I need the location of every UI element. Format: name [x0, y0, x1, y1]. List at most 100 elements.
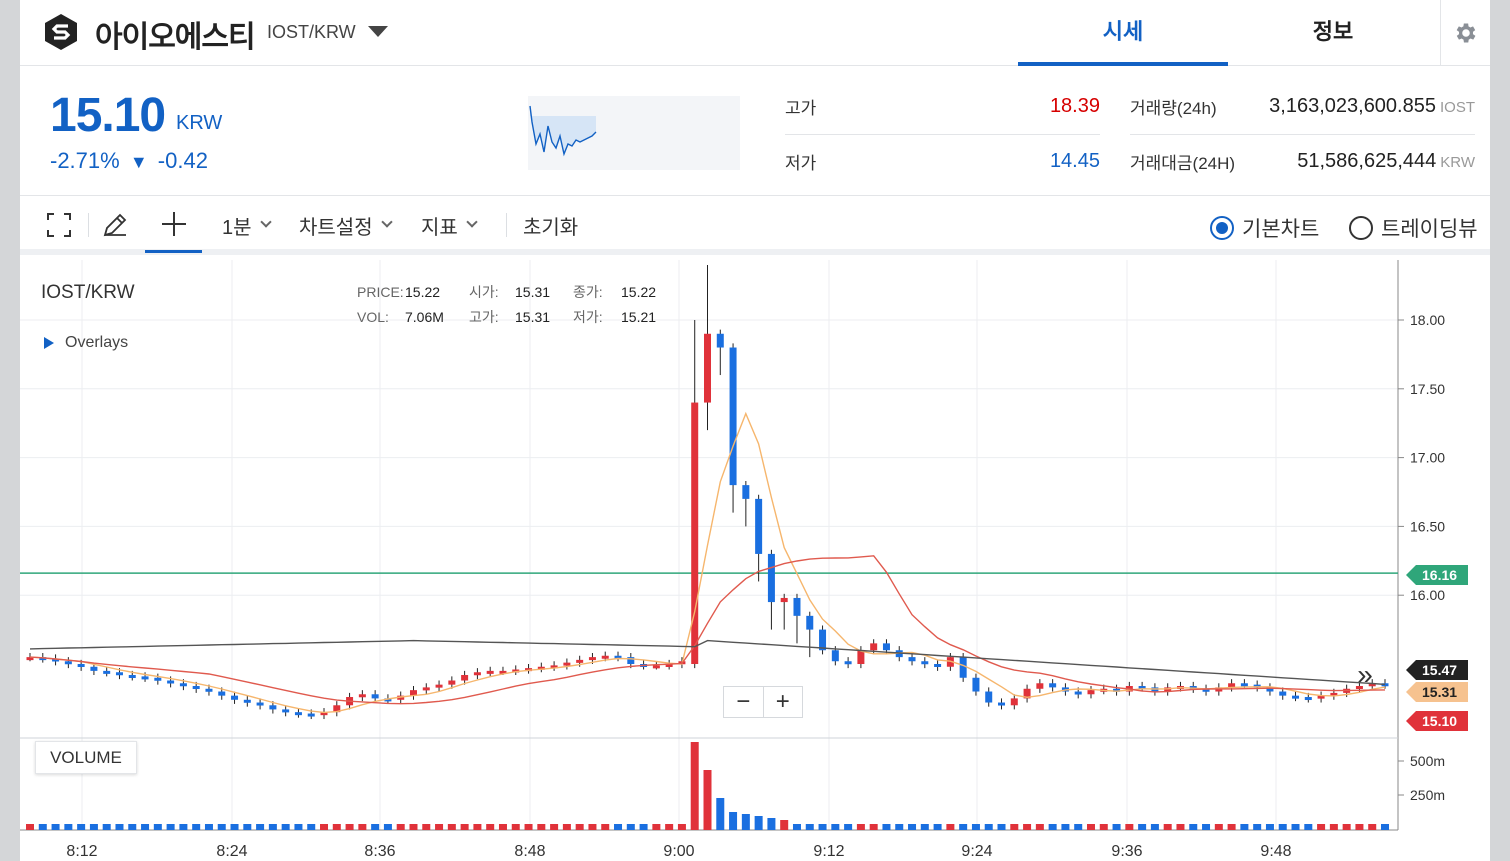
scroll-to-latest-icon[interactable]: »: [1348, 658, 1382, 692]
volume-bar: [1278, 824, 1287, 830]
chart-settings-select[interactable]: 차트설정: [299, 197, 393, 253]
volume-bar: [141, 824, 150, 830]
reset-button[interactable]: 초기화: [523, 197, 578, 253]
price-chart[interactable]: 8:12 8:24 8:36 8:48 9:00 9:12 9:24 9:36 9:48 18.0…: [20, 260, 1490, 861]
open-key: 시가:: [469, 284, 499, 300]
volume-unit: IOST: [1439, 99, 1475, 116]
candle-body: [793, 597, 801, 616]
volume-bar: [64, 824, 73, 830]
app-frame: 아이오에스티 IOST/KRW 시세 정보 15.10 KRW -2.71% ▼…: [20, 0, 1490, 861]
low-value-legend: 15.21: [621, 309, 657, 325]
volume-bar: [358, 824, 367, 830]
candlestick-chart[interactable]: 8:12 8:24 8:36 8:48 9:00 9:12 9:24 9:36 9:48 18.0…: [20, 260, 1490, 861]
high-value-legend: 15.31: [515, 309, 551, 325]
volume-bar: [89, 824, 98, 830]
volume-bar: [1253, 824, 1262, 830]
price-tag-label: 15.31: [1422, 684, 1457, 700]
volume-bar: [179, 824, 188, 830]
settings-button[interactable]: [1440, 0, 1490, 66]
toolbar-divider: [88, 213, 89, 237]
candle-body: [422, 687, 430, 691]
y-tick-label: 16.50: [1410, 518, 1445, 534]
interval-select[interactable]: 1분: [222, 197, 272, 253]
volume-bar: [473, 824, 482, 830]
volume-bar: [895, 824, 904, 830]
crosshair-button[interactable]: [145, 197, 202, 253]
volume-bar: [1048, 824, 1057, 830]
candle-body: [154, 677, 162, 681]
x-tick-label: 8:12: [66, 843, 97, 860]
candle-body: [1087, 690, 1095, 695]
candle-body: [243, 699, 251, 703]
iost-logo-icon: [45, 14, 77, 50]
pencil-icon: [103, 213, 127, 237]
volume-bar: [946, 824, 955, 830]
tab-quote[interactable]: 시세: [1018, 0, 1228, 66]
coin-name: 아이오에스티: [95, 21, 256, 54]
coin-select-caret-icon[interactable]: [368, 26, 388, 37]
volume-bar: [281, 824, 290, 830]
volume-number: 3,163,023,600.855: [1269, 95, 1436, 117]
volume-bar: [115, 824, 124, 830]
volume-bar: [665, 824, 674, 830]
volume-bar: [639, 824, 648, 830]
indicators-label: 지표: [421, 216, 458, 239]
change-amount: -0.42: [157, 148, 208, 173]
candle-body: [601, 655, 609, 659]
fullscreen-button[interactable]: [46, 197, 72, 253]
volume-bar: [754, 816, 763, 830]
y-tick-label: 16.00: [1410, 587, 1445, 603]
indicators-select[interactable]: 지표: [421, 197, 478, 253]
candle-body: [767, 553, 775, 603]
candle-body: [1292, 695, 1300, 699]
volume-bar: [869, 824, 878, 830]
volume-bar: [511, 824, 520, 830]
high-key: 고가:: [469, 309, 499, 325]
volume-bar: [1150, 824, 1159, 830]
zoom-in-button[interactable]: +: [764, 687, 803, 717]
volume-bar: [1317, 824, 1326, 830]
triangle-right-icon: [44, 337, 54, 349]
volume-label: 거래량(24h): [1130, 99, 1217, 118]
volume-bar: [729, 812, 738, 830]
volume-bar: [243, 824, 252, 830]
candle-body: [1240, 683, 1248, 687]
candle-body: [64, 661, 72, 665]
low-key: 저가:: [573, 309, 603, 325]
turnover-value: 51,586,625,444 KRW: [1220, 150, 1475, 173]
chart-mode-tradingview[interactable]: 트레이딩뷰: [1349, 213, 1478, 243]
candle-body: [831, 650, 839, 662]
x-tick-label: 9:48: [1260, 843, 1291, 860]
candle-body: [448, 680, 456, 685]
volume-bar: [588, 824, 597, 830]
candle-body: [103, 670, 111, 674]
candle-body: [358, 694, 366, 698]
chart-mode-basic[interactable]: 기본차트: [1210, 213, 1319, 243]
volume-bar: [422, 824, 431, 830]
chart-pair-label: IOST/KRW: [41, 282, 135, 303]
volume-bar: [166, 824, 175, 830]
candle-body: [985, 691, 993, 703]
ohlc-legend: PRICE:15.22 시가: 15.31 종가: 15.22 VOL: 7.06M 고가:…: [357, 280, 656, 330]
volume-bar: [307, 824, 316, 830]
volume-bar: [204, 824, 213, 830]
chart-mode-basic-label: 기본차트: [1242, 218, 1320, 241]
candle-body: [1074, 691, 1082, 695]
volume-bar: [690, 742, 699, 830]
volume-tick-label: 250m: [1410, 787, 1445, 803]
volume-bar: [792, 824, 801, 830]
volume-bar: [1342, 824, 1351, 830]
current-price: 15.10: [50, 89, 166, 142]
open-value: 15.31: [515, 284, 551, 300]
chevron-down-icon: [259, 216, 272, 228]
volume-bar: [77, 824, 86, 830]
tab-info[interactable]: 정보: [1228, 0, 1438, 66]
volume-bar: [460, 824, 469, 830]
volume-bar: [614, 824, 623, 830]
draw-button[interactable]: [100, 197, 130, 253]
zoom-out-button[interactable]: −: [724, 687, 764, 717]
overlays-toggle[interactable]: Overlays: [44, 334, 128, 352]
candle-body: [141, 676, 149, 680]
volume-bar: [1304, 824, 1313, 830]
volume-bar: [550, 824, 559, 830]
